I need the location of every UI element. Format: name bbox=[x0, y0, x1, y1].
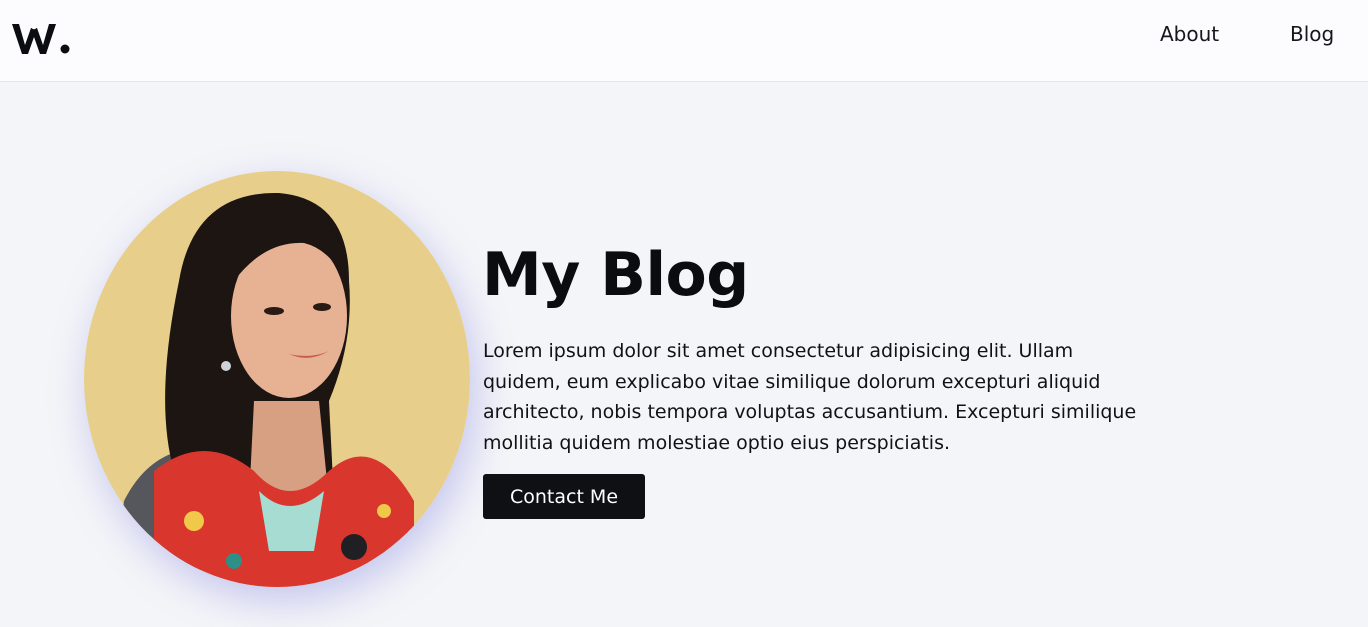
nav-about-link[interactable]: About bbox=[1160, 22, 1219, 46]
hero-section: My Blog Lorem ipsum dolor sit amet conse… bbox=[0, 82, 1368, 627]
portrait-container bbox=[84, 171, 470, 587]
portrait-photo bbox=[84, 171, 470, 587]
page-title: My Blog bbox=[482, 240, 749, 310]
intro-paragraph: Lorem ipsum dolor sit amet consectetur a… bbox=[483, 340, 1137, 454]
w-dot-logo-icon[interactable] bbox=[10, 14, 74, 56]
portrait-illustration bbox=[84, 171, 470, 587]
nav-blog-link[interactable]: Blog bbox=[1290, 22, 1334, 46]
site-header: About Blog bbox=[0, 0, 1368, 82]
contact-me-button[interactable]: Contact Me bbox=[483, 474, 645, 519]
